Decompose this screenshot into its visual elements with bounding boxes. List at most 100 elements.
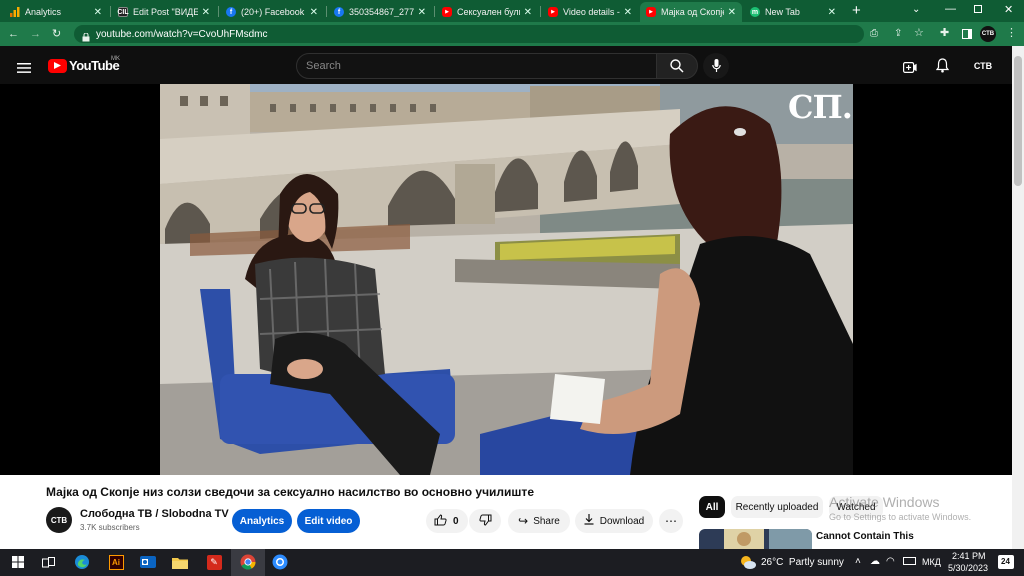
acrobat-icon[interactable]: ✎	[204, 552, 224, 572]
region-code: MK	[111, 56, 120, 62]
close-icon[interactable]: ✕	[624, 7, 632, 18]
hamburger-menu-icon[interactable]	[17, 60, 31, 73]
close-icon[interactable]: ✕	[202, 7, 210, 18]
illustrator-icon[interactable]: Ai	[106, 552, 126, 572]
install-app-icon[interactable]: ⎙	[870, 28, 878, 40]
notifications-bell-icon[interactable]	[935, 58, 950, 78]
chip-all[interactable]: All	[699, 496, 725, 518]
weather-icon[interactable]	[739, 554, 756, 575]
window-close-icon[interactable]: ✕	[1004, 3, 1013, 16]
youtube-icon: ▶	[442, 7, 452, 17]
scrollbar-thumb[interactable]	[1014, 56, 1022, 186]
channel-avatar[interactable]: СТВ	[46, 507, 72, 533]
close-icon[interactable]: ✕	[94, 7, 102, 18]
search-box[interactable]	[296, 53, 658, 79]
activate-windows-title: Activate Windows	[829, 494, 940, 510]
close-icon[interactable]: ✕	[828, 7, 836, 18]
search-input[interactable]: Search	[306, 60, 341, 72]
channel-name[interactable]: Слободна ТВ / Slobodna TV	[80, 508, 229, 520]
facebook-icon: f	[226, 7, 236, 17]
tab-title: Edit Post "ВИДЕО	[133, 7, 198, 17]
chip-recently-uploaded[interactable]: Recently uploaded	[731, 496, 823, 518]
outlook-icon[interactable]	[138, 552, 158, 572]
clock-time[interactable]: 2:41 PM	[952, 551, 986, 561]
download-icon	[584, 514, 594, 528]
youtube-logo[interactable]: YouTube	[48, 58, 120, 73]
tab-title: Мајка од Скопје	[661, 7, 724, 17]
system-tray-chevron-icon[interactable]: ˄	[855, 556, 861, 567]
close-icon[interactable]: ✕	[310, 7, 318, 18]
browser-tab-active[interactable]: ▶ Мајка од Скопје ✕	[640, 2, 742, 22]
clock-date[interactable]: 5/30/2023	[948, 563, 988, 573]
youtube-play-icon	[48, 58, 67, 73]
download-button[interactable]: Download	[575, 509, 653, 533]
like-button[interactable]: 0	[426, 509, 468, 533]
search-icon	[670, 59, 684, 78]
new-tab-button[interactable]: +	[852, 2, 861, 20]
edit-video-button[interactable]: Edit video	[297, 509, 360, 533]
share-page-icon[interactable]: ⇪	[894, 28, 902, 40]
browser-tab[interactable]: Analytics ✕	[4, 2, 108, 22]
reload-icon[interactable]: ↻	[52, 28, 61, 40]
tab-title: Analytics	[25, 7, 62, 17]
windows-start-icon[interactable]	[8, 552, 28, 572]
forward-arrow-icon[interactable]: →	[30, 28, 41, 40]
facebook-icon: f	[334, 7, 344, 17]
lock-icon[interactable]	[82, 29, 90, 47]
newtab-icon: m	[750, 7, 760, 17]
dislike-button[interactable]	[469, 509, 501, 533]
tab-divider	[326, 6, 327, 17]
edge-icon[interactable]	[72, 552, 92, 572]
microphone-icon	[712, 59, 721, 78]
language-indicator[interactable]: МКД	[922, 557, 941, 567]
like-count: 0	[453, 515, 459, 527]
video-player[interactable]: СП.	[160, 84, 853, 475]
browser-tab[interactable]: f 350354867_2772 ✕	[328, 2, 432, 22]
browser-tab[interactable]: ▶ Сексуален булин ✕	[436, 2, 538, 22]
share-button[interactable]: ↪ Share	[508, 509, 570, 533]
account-avatar[interactable]: СТВ	[972, 58, 994, 74]
tab-divider	[434, 6, 435, 17]
file-explorer-icon[interactable]	[170, 552, 190, 572]
network-icon[interactable]: ☁	[870, 556, 880, 567]
browser-tab[interactable]: f (20+) Facebook ✕	[220, 2, 324, 22]
thumbs-up-icon	[434, 513, 447, 529]
browser-menu-icon[interactable]: ⋮	[1006, 27, 1017, 39]
video-frame-illustration	[160, 84, 853, 475]
minimize-icon[interactable]: —	[945, 3, 956, 15]
cil-icon: CIL	[117, 7, 129, 17]
tab-search-icon[interactable]: ⌄	[912, 4, 920, 15]
more-actions-button[interactable]: ⋯	[659, 509, 683, 533]
close-icon[interactable]: ✕	[728, 7, 736, 18]
browser-profile-avatar[interactable]: СТВ	[980, 26, 996, 42]
side-panel-icon[interactable]	[962, 29, 972, 39]
chat-app-icon[interactable]	[270, 552, 290, 572]
notification-count-badge: 24	[1001, 557, 1010, 566]
tab-title: New Tab	[765, 7, 800, 17]
weather-text[interactable]: 26°C Partly sunny	[761, 557, 844, 568]
close-icon[interactable]: ✕	[418, 7, 426, 18]
video-title: Мајка од Скопје низ солзи сведочи за сек…	[46, 485, 534, 499]
task-view-icon[interactable]	[38, 552, 58, 572]
back-arrow-icon[interactable]: ←	[8, 28, 19, 40]
chrome-icon[interactable]	[238, 552, 258, 572]
thumbs-down-icon	[478, 514, 492, 529]
wifi-icon[interactable]: ◠	[886, 556, 895, 567]
tab-divider	[540, 6, 541, 17]
restore-icon[interactable]	[974, 5, 982, 13]
url-text[interactable]: youtube.com/watch?v=CvoUhFMsdmc	[96, 29, 267, 40]
related-video-title[interactable]: Cannot Contain This	[816, 531, 914, 542]
tab-title: Video details - Yo	[563, 7, 620, 17]
browser-tab[interactable]: m New Tab ✕	[744, 2, 842, 22]
browser-tab[interactable]: CIL Edit Post "ВИДЕО ✕	[112, 2, 216, 22]
browser-tab[interactable]: ▶ Video details - Yo ✕	[542, 2, 638, 22]
subscriber-count: 3.7K subscribers	[80, 523, 140, 532]
extensions-icon[interactable]: ✚	[940, 27, 949, 39]
create-video-icon[interactable]	[903, 60, 917, 78]
bookmark-star-icon[interactable]: ☆	[914, 27, 924, 39]
close-icon[interactable]: ✕	[524, 7, 532, 18]
analytics-button[interactable]: Analytics	[232, 509, 292, 533]
battery-icon[interactable]	[903, 557, 916, 565]
channel-watermark-logo: СП.	[788, 88, 853, 126]
related-video-thumbnail[interactable]	[699, 529, 812, 549]
